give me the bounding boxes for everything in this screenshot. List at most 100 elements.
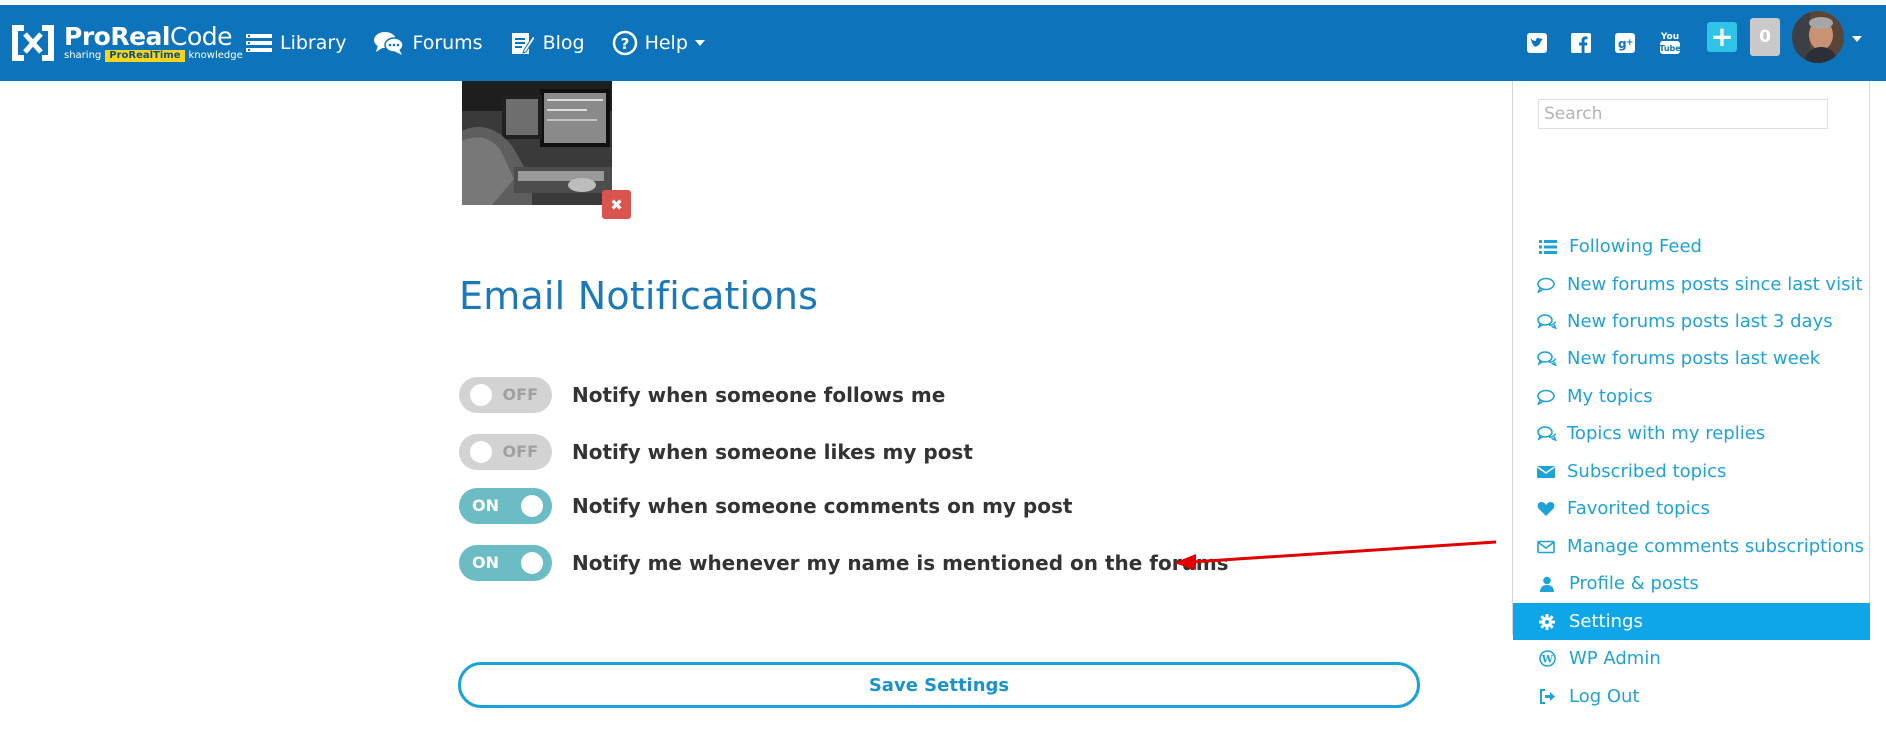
menu-search-input[interactable]	[1538, 99, 1828, 129]
google-plus-link[interactable]: g +	[1610, 28, 1640, 58]
notification-count-badge[interactable]: 0	[1750, 18, 1780, 56]
notification-row-follows: OFF Notify when someone follows me	[459, 377, 945, 413]
toggle-knob	[470, 384, 492, 406]
user-dropdown-menu: Following Feed New forums posts since la…	[1512, 81, 1870, 707]
notification-row-comments: ON Notify when someone comments on my po…	[459, 488, 1072, 524]
user-icon	[1539, 574, 1561, 594]
menu-item-label: Subscribed topics	[1567, 461, 1727, 482]
menu-item-label: Profile & posts	[1569, 573, 1699, 594]
wordpress-icon: W	[1539, 649, 1561, 669]
nav-help-label: Help	[644, 32, 688, 54]
menu-item-profile-posts[interactable]: Profile & posts	[1513, 565, 1870, 602]
gear-icon	[1539, 612, 1561, 632]
menu-item-label: WP Admin	[1569, 648, 1661, 669]
menu-item-wp-admin[interactable]: W WP Admin	[1513, 640, 1870, 677]
logo-tagline-highlight: ProRealTime	[105, 50, 185, 62]
toggle-knob	[521, 552, 543, 574]
menu-item-label: Following Feed	[1569, 236, 1702, 257]
toggle-mentions[interactable]: ON	[459, 545, 552, 581]
heart-icon	[1537, 499, 1559, 519]
svg-text:W: W	[1541, 655, 1554, 666]
menu-item-label: New forums posts since last visit	[1567, 274, 1863, 295]
svg-text:You: You	[1660, 32, 1679, 42]
notification-row-likes: OFF Notify when someone likes my post	[459, 434, 973, 470]
toggle-follows[interactable]: OFF	[459, 377, 552, 413]
youtube-icon: You Tube	[1659, 32, 1681, 54]
menu-item-my-topics[interactable]: My topics	[1513, 378, 1870, 415]
menu-item-label: Settings	[1569, 611, 1643, 632]
comments-icon	[1537, 312, 1559, 332]
toggle-knob	[470, 441, 492, 463]
twitter-link[interactable]	[1522, 28, 1552, 58]
profile-photo	[462, 81, 612, 205]
toggle-state: ON	[472, 553, 499, 572]
menu-item-label: My topics	[1567, 386, 1653, 407]
site-logo[interactable]: ProRealCode sharing ProRealTime knowledg…	[8, 19, 243, 67]
notification-label: Notify when someone follows me	[572, 383, 946, 407]
menu-item-label: Manage comments subscriptions	[1567, 536, 1865, 557]
svg-text:?: ?	[620, 35, 629, 53]
notification-count: 0	[1759, 27, 1771, 47]
youtube-link[interactable]: You Tube	[1655, 28, 1685, 58]
menu-item-label: New forums posts last 3 days	[1567, 311, 1833, 332]
logo-tagline-left: sharing	[64, 50, 102, 61]
menu-item-following-feed[interactable]: Following Feed	[1513, 228, 1870, 265]
logo-name-light: Code	[169, 22, 233, 51]
blog-icon	[511, 33, 536, 54]
forums-icon	[374, 32, 405, 55]
menu-item-new-posts-since-last-visit[interactable]: New forums posts since last visit	[1513, 266, 1870, 303]
menu-item-new-posts-last-3-days[interactable]: New forums posts last 3 days	[1513, 303, 1870, 340]
comments-icon	[1537, 424, 1559, 444]
menu-item-manage-comments-subscriptions[interactable]: Manage comments subscriptions	[1513, 528, 1870, 565]
toggle-state: OFF	[502, 385, 538, 404]
add-content-button[interactable]: +	[1707, 22, 1737, 52]
logout-icon	[1539, 687, 1561, 707]
navbar: ProRealCode sharing ProRealTime knowledg…	[0, 5, 1886, 81]
envelope-outline-icon	[1537, 537, 1559, 557]
toggle-state: OFF	[502, 442, 538, 461]
facebook-icon	[1571, 33, 1591, 53]
toggle-likes[interactable]: OFF	[459, 434, 552, 470]
notification-row-mentions: ON Notify me whenever my name is mention…	[459, 545, 1229, 581]
nav-forums-label: Forums	[412, 32, 483, 54]
toggle-knob	[521, 495, 543, 517]
email-notifications-title: Email Notifications	[459, 274, 819, 318]
user-menu-chevron-icon[interactable]	[1852, 36, 1862, 42]
notification-label: Notify when someone comments on my post	[572, 494, 1073, 518]
remove-photo-button[interactable]: ✖	[602, 190, 631, 219]
toggle-comments[interactable]: ON	[459, 488, 552, 524]
svg-text:Tube: Tube	[1659, 44, 1681, 53]
menu-item-label: Log Out	[1569, 686, 1640, 707]
logo-name-bold: ProReal	[64, 22, 170, 51]
close-icon: ✖	[610, 195, 623, 214]
help-icon: ?	[612, 30, 637, 56]
menu-item-label: Favorited topics	[1567, 498, 1710, 519]
list-icon	[1539, 237, 1561, 257]
menu-item-label: New forums posts last week	[1567, 348, 1821, 369]
menu-item-settings[interactable]: Settings	[1513, 603, 1870, 640]
notification-label: Notify me whenever my name is mentioned …	[572, 551, 1229, 575]
comment-icon	[1537, 275, 1559, 295]
logo-tagline-right: knowledge	[188, 50, 243, 61]
twitter-icon	[1527, 33, 1547, 53]
toggle-state: ON	[472, 496, 499, 515]
nav-forums[interactable]: Forums	[373, 30, 483, 56]
envelope-icon	[1537, 462, 1559, 482]
library-icon	[246, 34, 272, 52]
menu-item-favorited-topics[interactable]: Favorited topics	[1513, 490, 1870, 527]
menu-item-new-posts-last-week[interactable]: New forums posts last week	[1513, 340, 1870, 377]
nav-blog-label: Blog	[542, 32, 585, 54]
nav-library-label: Library	[280, 32, 347, 54]
save-settings-button[interactable]: Save Settings	[458, 662, 1420, 708]
nav-help[interactable]: ? Help	[612, 30, 705, 56]
nav-blog[interactable]: Blog	[510, 30, 585, 56]
menu-item-topics-with-my-replies[interactable]: Topics with my replies	[1513, 415, 1870, 452]
nav-library[interactable]: Library	[245, 31, 346, 55]
notification-label: Notify when someone likes my post	[572, 440, 973, 464]
user-avatar[interactable]	[1792, 11, 1844, 63]
menu-item-subscribed-topics[interactable]: Subscribed topics	[1513, 453, 1870, 490]
menu-item-label: Topics with my replies	[1567, 423, 1766, 444]
plus-icon: +	[1710, 20, 1734, 53]
facebook-link[interactable]	[1566, 28, 1596, 58]
menu-item-log-out[interactable]: Log Out	[1513, 678, 1870, 715]
